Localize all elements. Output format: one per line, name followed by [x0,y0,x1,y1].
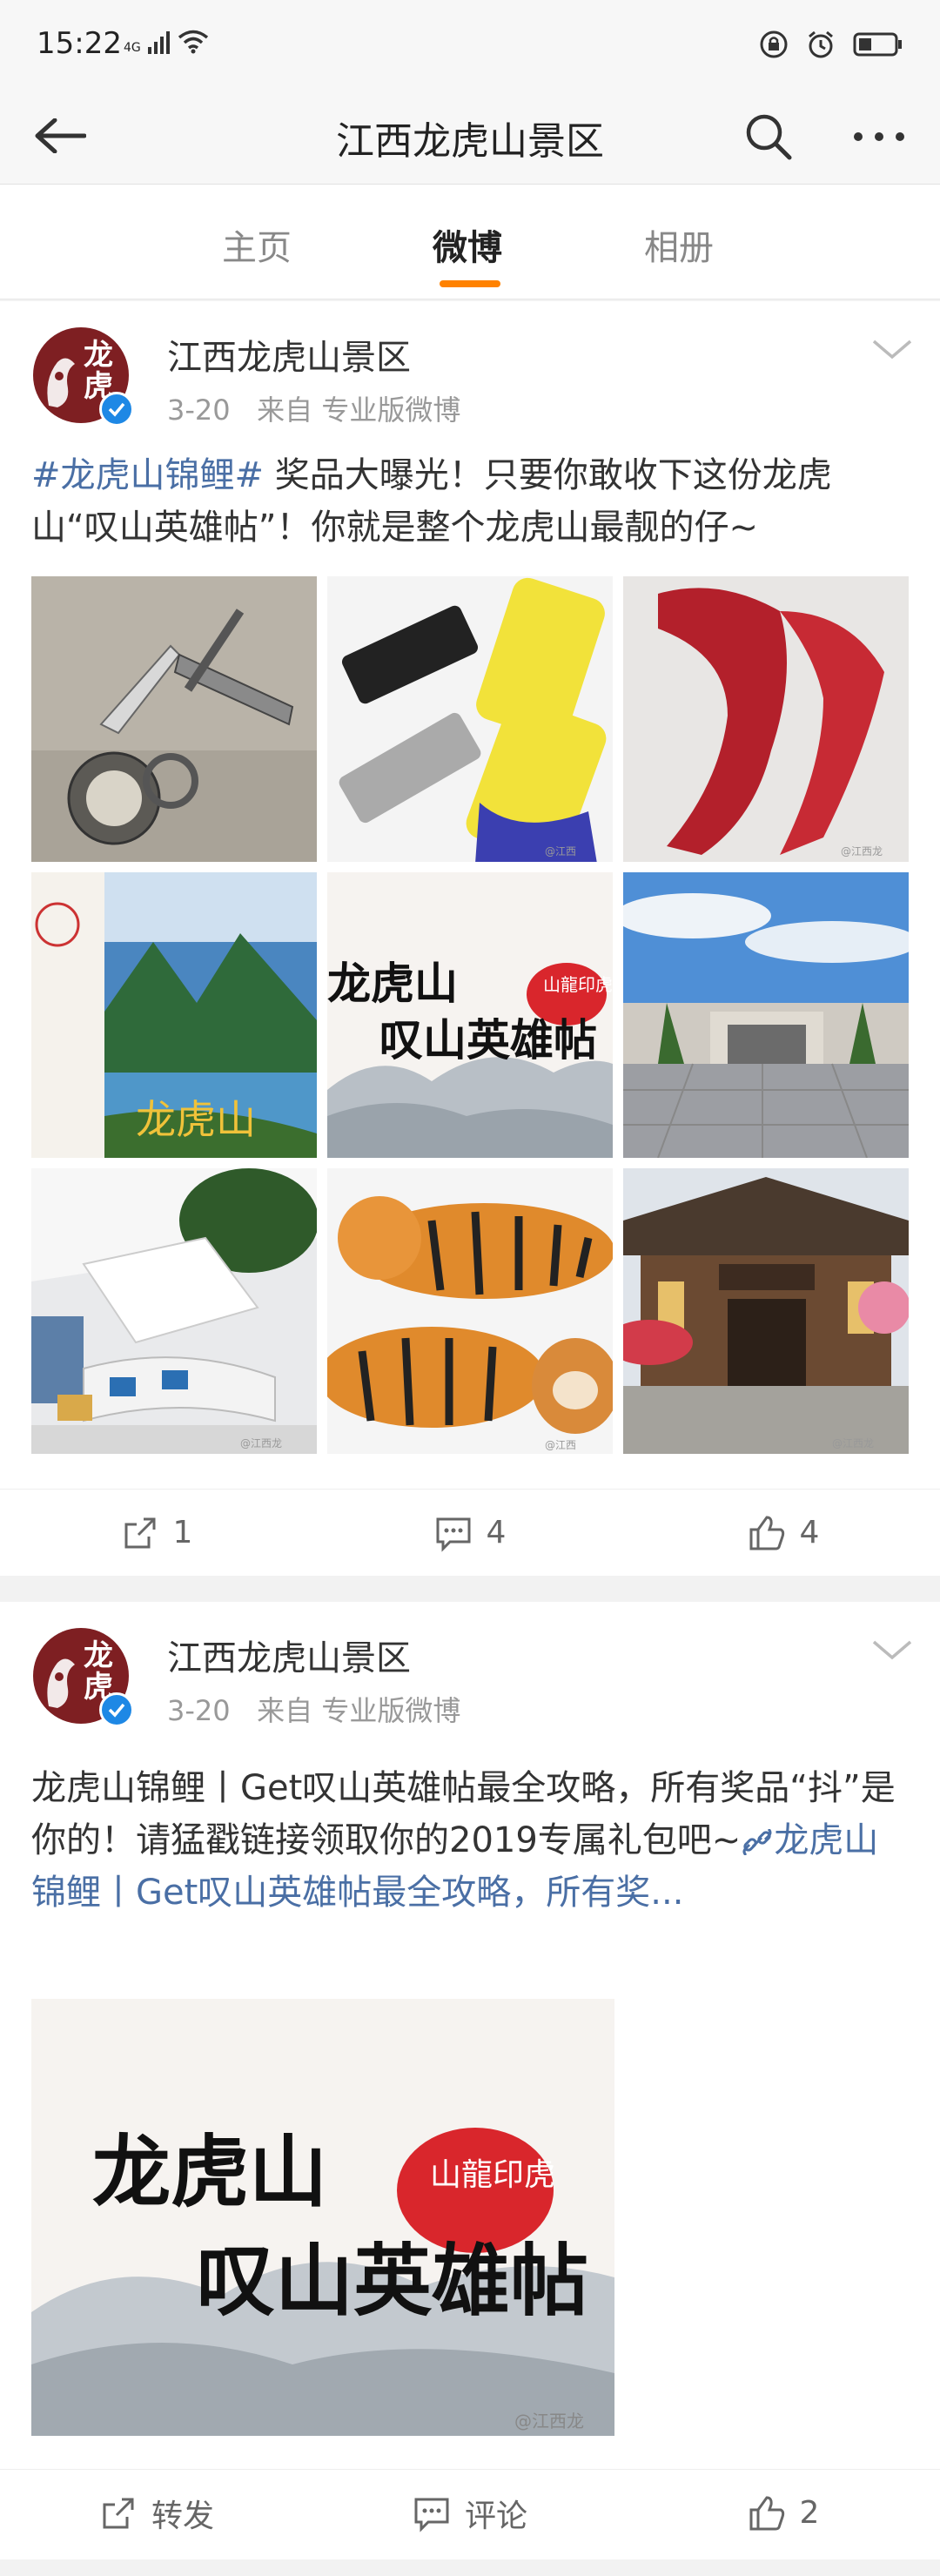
top-nav: 江西龙虎山景区 [0,87,940,185]
action-bar: 1 4 4 [0,1489,940,1576]
status-time: 15:22 [37,26,122,61]
post-date: 3-20 [167,1694,231,1727]
comment-count: 4 [486,1515,507,1550]
verified-badge-icon [99,1692,134,1727]
verified-badge-icon [99,392,134,427]
status-bar: 15:22 4G [0,0,940,87]
wifi-icon [178,30,208,54]
tab-album[interactable]: 相册 [644,219,714,270]
like-button[interactable]: 2 [627,2470,940,2556]
watermark-text: @江西龙 [514,2411,584,2431]
tab-home[interactable]: 主页 [222,219,292,270]
image-caption-2: 叹山英雄帖 [197,2235,588,2327]
watermark-text: @江西 [545,845,576,858]
image-caption-2: 叹山英雄帖 [379,1014,597,1066]
user-name[interactable]: 江西龙虎山景区 [167,1630,411,1680]
grid-image-8[interactable]: @江西 [327,1168,613,1454]
grid-image-5[interactable]: 山龍印虎 龙虎山 叹山英雄帖 [327,872,613,1158]
grid-image-9[interactable]: @江西龙 [623,1168,909,1454]
chevron-down-icon[interactable] [870,1637,914,1663]
post-source: 来自 专业版微博 [257,393,461,427]
grid-image-7[interactable]: @江西龙 [31,1168,317,1454]
action-bar: 转发 评论 2 [0,2469,940,2556]
image-caption-1: 龙虎山 [327,958,458,1009]
seal-text: 山龍印虎 [543,974,613,995]
like-icon [749,2495,784,2530]
post-text: #龙虎山锦鲤# 奖品大曝光！只要你敢收下这份龙虎山“叹山英雄帖”！你就是整个龙虎… [31,449,905,554]
post-date: 3-20 [167,393,231,427]
user-name[interactable]: 江西龙虎山景区 [167,329,411,380]
search-button[interactable] [738,106,799,167]
watermark-text: @江西龙 [841,845,883,858]
image-grid: @江西 @江西龙 龙虎山 山龍印虎 龙虎山 叹山英雄帖 @江西龙 @江西 @江西… [31,576,909,1454]
active-tab-indicator [440,280,500,287]
post-card: 龙虎 江西龙虎山景区 3-20 来自 专业版微博 #龙虎山锦鲤# 奖品大曝光！只… [0,301,940,1576]
hashtag-link[interactable]: #龙虎山锦鲤# [31,455,264,495]
chevron-down-icon[interactable] [870,336,914,362]
rotation-lock-icon [760,30,788,58]
repost-button[interactable]: 转发 [0,2470,313,2556]
alarm-icon [809,30,833,58]
like-count: 2 [799,2495,820,2531]
post-text: 龙虎山锦鲤丨Get叹山英雄帖最全攻略，所有奖品“抖”是你的！请猛戳链接领取你的2… [31,1762,905,1919]
comment-icon [414,2498,449,2532]
grid-image-4[interactable]: 龙虎山 [31,872,317,1158]
seal-text: 山龍印虎 [430,2157,555,2193]
profile-tabs: 主页 微博 相册 [0,185,940,299]
post-source: 来自 专业版微博 [257,1694,461,1727]
page-title: 江西龙虎山景区 [336,119,604,164]
grid-image-6[interactable] [623,872,909,1158]
more-dots-icon [854,132,904,141]
grid-image-3[interactable]: @江西龙 [623,576,909,862]
comment-label: 评论 [464,2498,527,2534]
battery-icon [853,32,902,57]
repost-count: 1 [172,1515,193,1550]
comment-button[interactable]: 评论 [313,2470,627,2556]
grid-image-1[interactable] [31,576,317,862]
post-image[interactable]: 山龍印虎 龙虎山 叹山英雄帖 @江西龙 [31,1999,614,2436]
repost-icon [124,1517,156,1548]
status-right-icons [759,30,903,59]
post-meta: 3-20 来自 专业版微博 [167,388,460,428]
repost-button[interactable]: 1 [0,1490,313,1576]
search-icon [746,114,792,160]
image-caption-1: 龙虎山 [92,2126,327,2218]
more-button[interactable] [844,106,914,167]
link-icon [742,1827,772,1857]
repost-icon [103,2498,134,2528]
network-label: 4G [124,41,141,55]
comment-icon [436,1517,471,1552]
like-icon [749,1515,784,1550]
watermark-text: @江西 [545,1439,576,1451]
status-left-icons: 4G [124,30,209,54]
like-button[interactable]: 4 [627,1490,940,1576]
like-count: 4 [799,1515,820,1550]
grid-image-2[interactable]: @江西 [327,576,613,862]
image-caption: 龙虎山 [136,1096,256,1143]
tab-weibo[interactable]: 微博 [433,219,502,270]
post-card: 龙虎 江西龙虎山景区 3-20 来自 专业版微博 龙虎山锦鲤丨Get叹山英雄帖最… [0,1602,940,2559]
comment-button[interactable]: 4 [313,1490,627,1576]
watermark-text: @江西龙 [832,1437,874,1449]
signal-icon [147,31,170,54]
repost-label: 转发 [151,2498,214,2534]
post-meta: 3-20 来自 专业版微博 [167,1689,460,1729]
watermark-text: @江西龙 [240,1437,282,1449]
